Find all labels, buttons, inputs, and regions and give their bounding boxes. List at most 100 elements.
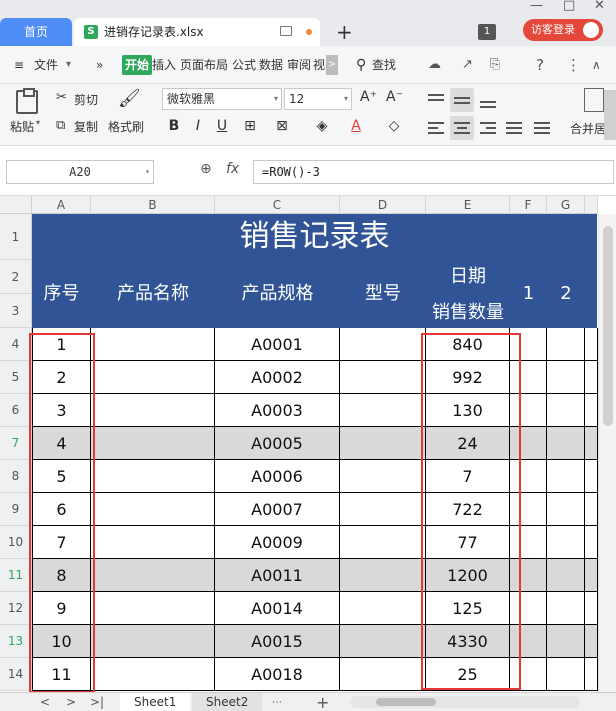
align-right-icon[interactable] [476,116,500,140]
cell-model[interactable] [340,493,426,526]
cell-spec[interactable]: A0015 [215,625,340,658]
row-header-5[interactable]: 5 [0,361,32,394]
cell-day-1[interactable] [510,493,547,526]
paste-dropdown-icon[interactable]: ▾ [36,118,40,127]
hamburger-menu-icon[interactable]: ≡ [14,46,24,84]
cell-day-1[interactable] [510,658,547,691]
function-icon[interactable]: fx [226,161,239,177]
vertical-scrollbar[interactable] [598,214,616,692]
window-count-badge[interactable]: 1 [478,24,496,40]
cell-overflow[interactable] [585,526,598,559]
cell-qty[interactable]: 7 [426,460,510,493]
cell-spec[interactable]: A0002 [215,361,340,394]
cloud-sync-icon[interactable]: ☁ [428,46,441,84]
cell-model[interactable] [340,328,426,361]
cell-overflow[interactable] [585,493,598,526]
cell-overflow[interactable] [585,658,598,691]
align-center-icon[interactable] [450,116,474,140]
cell-seq[interactable]: 7 [32,526,91,559]
cell-qty[interactable]: 130 [426,394,510,427]
tab-sheet1[interactable]: Sheet1 [120,693,191,711]
header-product-name[interactable]: 产品名称 [91,260,215,328]
cell-overflow[interactable] [585,625,598,658]
cell-seq[interactable]: 11 [32,658,91,691]
tab-insert[interactable]: 插入 [152,46,176,84]
tab-view[interactable]: 视 [313,46,325,84]
copy-icon[interactable]: ⧉ [56,118,65,133]
format-painter-button[interactable]: 格式刷 [108,118,144,135]
name-box[interactable]: A20 ▾ [6,160,154,184]
align-bottom-icon[interactable] [476,88,500,112]
cell-day-2[interactable] [547,328,585,361]
cell-seq[interactable]: 8 [32,559,91,592]
bold-button[interactable]: B [164,116,184,136]
sheet-menu-icon[interactable]: ⋯ [272,693,282,711]
cell-overflow[interactable] [585,328,598,361]
search-icon[interactable]: ⚲ [356,46,366,84]
tab-sheet2[interactable]: Sheet2 [192,693,263,711]
share-icon[interactable]: ↗ [462,46,473,84]
font-color-icon[interactable]: A [346,116,366,136]
row-header-6[interactable]: 6 [0,394,32,427]
align-left-icon[interactable] [424,116,448,140]
cell-seq[interactable]: 4 [32,427,91,460]
header-day-2[interactable]: 2 [547,260,585,328]
cell-day-1[interactable] [510,559,547,592]
shrink-font-button[interactable]: A⁻ [386,89,403,105]
cell-day-1[interactable] [510,460,547,493]
more-menu-icon[interactable]: » [96,46,103,84]
guest-login-button[interactable]: 访客登录 [523,19,603,41]
cell-product-name[interactable] [91,493,215,526]
help-icon[interactable]: ? [536,46,544,84]
row-header-2[interactable]: 2 [0,260,32,294]
sheet-title[interactable]: 销售记录表 [32,214,597,260]
row-header-9[interactable]: 9 [0,493,32,526]
cell-spec[interactable]: A0001 [215,328,340,361]
cell-qty[interactable]: 840 [426,328,510,361]
row-header-8[interactable]: 8 [0,460,32,493]
copy-button[interactable]: 复制 [74,118,98,135]
cell-overflow[interactable] [585,592,598,625]
select-all-corner[interactable] [0,196,32,214]
cell-qty[interactable]: 125 [426,592,510,625]
cell-overflow[interactable] [585,427,598,460]
horizontal-scroll-thumb[interactable] [376,698,436,706]
cell-model[interactable] [340,592,426,625]
cell-qty[interactable]: 25 [426,658,510,691]
header-date[interactable]: 日期 [426,260,510,294]
cell-day-2[interactable] [547,427,585,460]
cell-product-name[interactable] [91,625,215,658]
cell-model[interactable] [340,361,426,394]
cell-qty[interactable]: 77 [426,526,510,559]
row-header-12[interactable]: 12 [0,592,32,625]
italic-button[interactable]: I [188,116,208,136]
scissors-icon[interactable]: ✂ [56,90,67,105]
more-options-icon[interactable]: ⋮ [566,46,581,84]
paste-icon[interactable] [16,88,38,114]
row-header-10[interactable]: 10 [0,526,32,559]
cell-day-1[interactable] [510,625,547,658]
row-header-3[interactable]: 3 [0,294,32,328]
cell-product-name[interactable] [91,460,215,493]
cell-spec[interactable]: A0018 [215,658,340,691]
cell-day-2[interactable] [547,592,585,625]
clear-format-icon[interactable]: ◇ [384,116,404,136]
cell-product-name[interactable] [91,328,215,361]
cell-day-2[interactable] [547,526,585,559]
column-header-f[interactable]: F [510,196,547,214]
last-sheet-icon[interactable]: >| [90,693,104,711]
close-icon[interactable]: ✕ [594,0,605,13]
header-seq[interactable]: 序号 [32,260,91,328]
cell-day-1[interactable] [510,592,547,625]
zoom-icon[interactable]: ⊕ [200,161,212,177]
tab-data[interactable]: 数据 [259,46,283,84]
column-header-g[interactable]: G [547,196,585,214]
font-size-select[interactable]: 12 ▾ [284,88,352,110]
ribbon-scroll-icon[interactable] [604,90,616,140]
cell-seq[interactable]: 1 [32,328,91,361]
cell-overflow[interactable] [585,460,598,493]
align-top-icon[interactable] [424,88,448,112]
distributed-icon[interactable] [530,116,554,140]
cell-product-name[interactable] [91,592,215,625]
cell-day-2[interactable] [547,658,585,691]
